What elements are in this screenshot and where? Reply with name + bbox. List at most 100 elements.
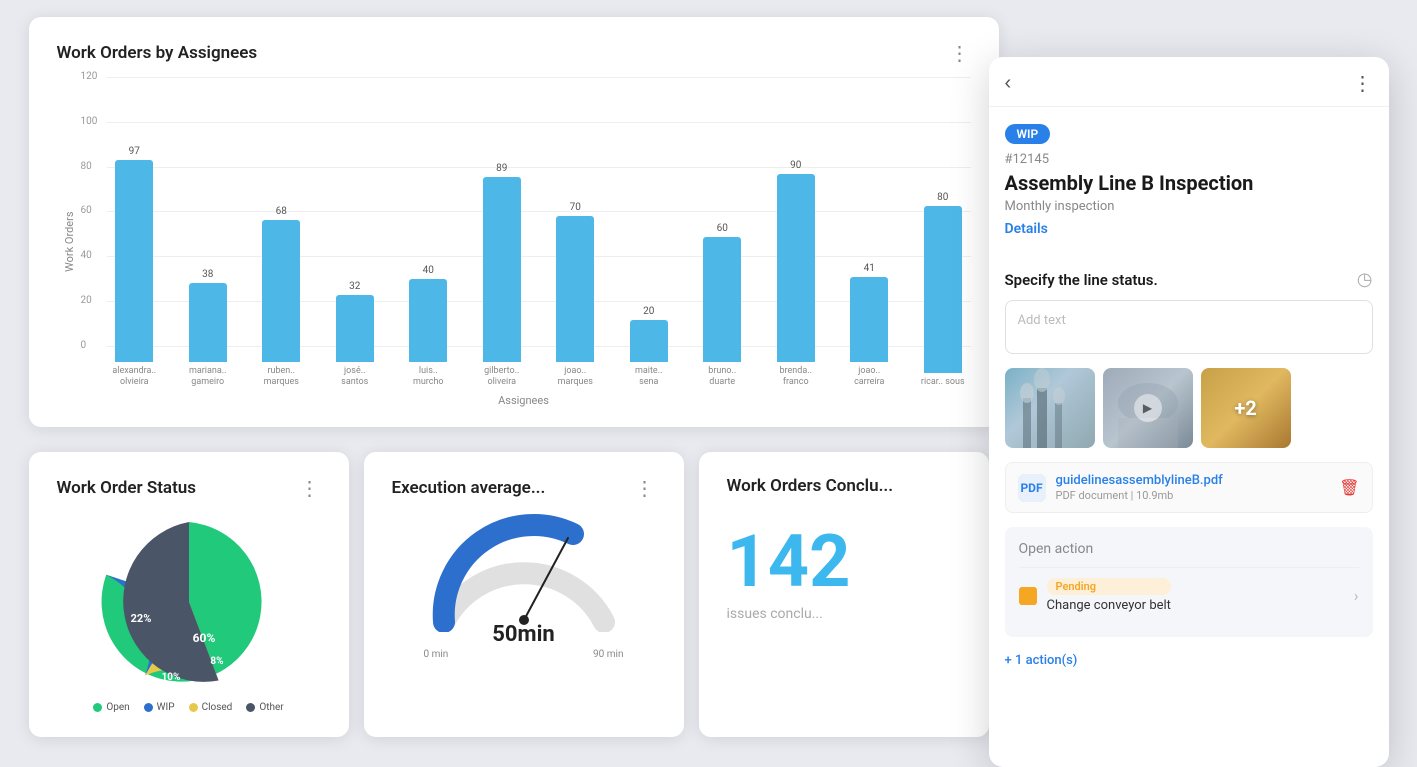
conclusion-card-title: Work Orders Conclu... — [727, 476, 894, 496]
bar-group: 41 joao.. carreira — [842, 263, 898, 388]
execution-card-title: Execution average... — [392, 478, 546, 498]
bar-group: 70joao.. marques — [548, 202, 604, 388]
wo-title: Assembly Line B Inspection — [1005, 171, 1373, 195]
bar-value: 80 — [937, 192, 948, 203]
delete-file-icon[interactable]: 🗑 — [1339, 478, 1359, 497]
bar-label: luis.. murcho — [404, 366, 452, 388]
bar-label: alexandra.. olvieira — [110, 366, 158, 388]
gauge-value: 50min — [492, 622, 554, 647]
bar-group: 32 josé.. santos — [327, 281, 383, 388]
bar-value: 60 — [717, 223, 728, 234]
bar-group: 89 gilberto.. oliveira — [474, 163, 530, 388]
svg-text:10%: 10% — [161, 672, 180, 683]
section-title: Specify the line status. — [1005, 271, 1158, 289]
svg-text:8%: 8% — [210, 656, 223, 667]
panel-content: WIP #12145 Assembly Line B Inspection Mo… — [989, 107, 1389, 767]
pending-badge: Pending — [1047, 578, 1171, 595]
bar-chart-more-icon[interactable]: ⋮ — [950, 41, 971, 65]
bar — [924, 206, 962, 373]
bar-label: josé.. santos — [331, 366, 379, 388]
history-icon[interactable]: ◷ — [1357, 269, 1373, 290]
bar-group: 20 maite.. sena — [621, 306, 677, 388]
wip-badge: WIP — [1005, 124, 1051, 144]
open-action-section: Open action Pending Change conveyor belt… — [1005, 527, 1373, 637]
bar-label: joao.. marques — [551, 366, 599, 388]
conclusion-label: issues conclu... — [727, 606, 961, 622]
action-title: Change conveyor belt — [1047, 598, 1171, 613]
panel-back-button[interactable]: ‹ — [1005, 72, 1012, 95]
wo-subtitle: Monthly inspection — [1005, 199, 1373, 214]
bar-value: 20 — [643, 306, 654, 317]
chevron-right-icon: › — [1354, 586, 1359, 605]
pdf-icon: PDF — [1018, 474, 1046, 502]
pie-chart: 60% 22% 10% 8% — [99, 512, 279, 692]
file-name[interactable]: guidelinesassemblylineB.pdf — [1056, 473, 1223, 488]
bar-label: gilberto.. oliveira — [478, 366, 526, 388]
gauge-max: 90 min — [593, 649, 623, 660]
bar-value: 68 — [276, 206, 287, 217]
pending-flag-icon — [1019, 587, 1037, 605]
bar-value: 97 — [129, 146, 140, 157]
bar-label: joao.. carreira — [845, 366, 893, 388]
bar-label: bruno.. duarte — [698, 366, 746, 388]
execution-gauge-card: Execution average... ⋮ 50min 0 min 90 mi… — [364, 452, 684, 737]
svg-text:60%: 60% — [192, 631, 215, 645]
bar — [409, 279, 447, 362]
bar-chart-card: Work Orders by Assignees ⋮ Work Orders 1… — [29, 17, 999, 427]
bar-group: 97 alexandra.. olvieira — [107, 146, 163, 388]
plus-badge: +2 — [1234, 396, 1256, 420]
file-row: PDF guidelinesassemblylineB.pdf PDF docu… — [1005, 462, 1373, 513]
file-info: PDF guidelinesassemblylineB.pdf PDF docu… — [1018, 473, 1223, 502]
gauge-labels: 0 min 90 min — [424, 649, 624, 660]
panel-topbar: ‹ ⋮ — [989, 57, 1389, 107]
conclusion-big-number: 142 — [727, 526, 961, 598]
action-item[interactable]: Pending Change conveyor belt › — [1019, 567, 1359, 623]
detail-panel: ‹ ⋮ WIP #12145 Assembly Line B Inspectio… — [989, 57, 1389, 767]
wo-number: #12145 — [1005, 152, 1373, 167]
bar-label: ricar.. sous — [921, 377, 965, 388]
bar — [262, 220, 300, 362]
conclusion-card: Work Orders Conclu... 142 issues conclu.… — [699, 452, 989, 737]
bar-value: 41 — [864, 263, 875, 274]
pie-legend: Open WIP Closed Other — [93, 702, 283, 713]
media-thumb-2[interactable]: ▶ — [1103, 368, 1193, 448]
bar-value: 38 — [202, 269, 213, 280]
panel-more-button[interactable]: ⋮ — [1353, 71, 1373, 96]
bar-value: 89 — [496, 163, 507, 174]
gauge-min: 0 min — [424, 649, 449, 660]
bar — [850, 277, 888, 362]
bar — [703, 237, 741, 362]
bar-label: ruben.. marques — [257, 366, 305, 388]
bar-label: maite.. sena — [625, 366, 673, 388]
bar-label: brenda.. franco — [772, 366, 820, 388]
bar — [630, 320, 668, 362]
bar-value: 90 — [790, 160, 801, 171]
file-meta: PDF document | 10.9mb — [1056, 489, 1223, 502]
bar-group: 60 bruno.. duarte — [695, 223, 751, 388]
execution-more-icon[interactable]: ⋮ — [635, 476, 656, 500]
media-thumb-3[interactable]: +2 — [1201, 368, 1291, 448]
status-card-title: Work Order Status — [57, 478, 197, 498]
bar-group: 80 ricar.. sous — [915, 192, 971, 388]
bar-chart-title: Work Orders by Assignees — [57, 43, 258, 63]
bar — [115, 160, 153, 362]
file-type: PDF document — [1056, 489, 1128, 502]
status-more-icon[interactable]: ⋮ — [300, 476, 321, 500]
more-actions-link[interactable]: + 1 action(s) — [1005, 653, 1078, 668]
bar-label: mariana.. gameiro — [184, 366, 232, 388]
wo-details-link[interactable]: Details — [1005, 221, 1048, 237]
bar — [777, 174, 815, 362]
bar — [556, 216, 594, 362]
open-action-label: Open action — [1019, 541, 1359, 557]
bar-group: 38 mariana.. gameiro — [180, 269, 236, 388]
x-axis-label: Assignees — [77, 394, 971, 407]
action-item-left: Pending Change conveyor belt — [1019, 578, 1171, 613]
bar-group: 90 brenda.. franco — [768, 160, 824, 388]
bar-value: 40 — [423, 265, 434, 276]
y-axis-label: Work Orders — [57, 77, 77, 407]
gauge-chart — [424, 512, 624, 632]
text-input[interactable]: Add text — [1005, 300, 1373, 354]
media-thumb-1[interactable] — [1005, 368, 1095, 448]
section-header: Specify the line status. ◷ — [1005, 269, 1373, 290]
bar-value: 32 — [349, 281, 360, 292]
